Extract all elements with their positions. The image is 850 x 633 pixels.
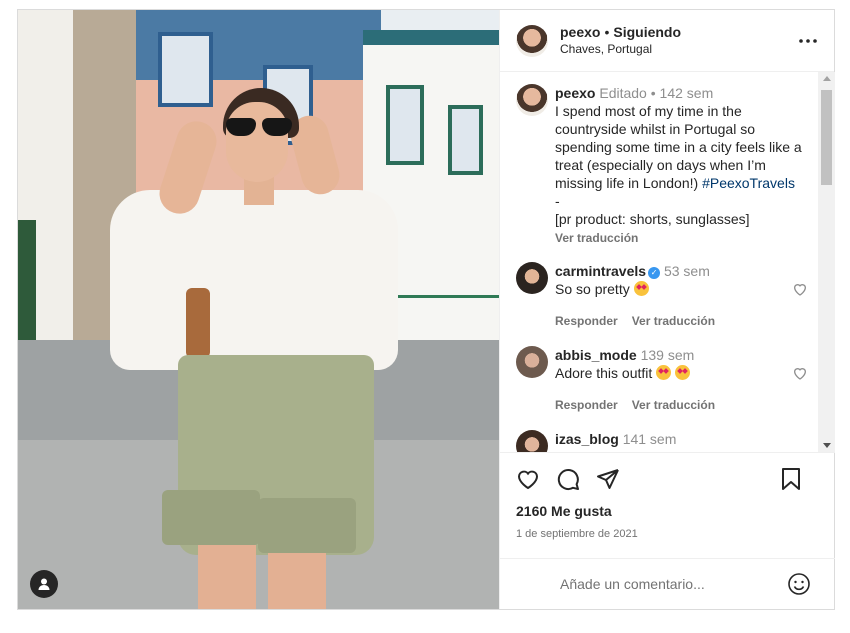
like-button[interactable] [516,467,540,491]
add-comment-bar: Añade un comentario... [500,558,835,609]
author-avatar[interactable] [516,24,548,57]
following-button[interactable]: Siguiendo [613,24,681,40]
tagged-users-button[interactable] [30,570,58,598]
author-username[interactable]: peexo [560,24,600,40]
share-button[interactable] [596,467,620,491]
comment-item: carmintravels ✓ 53 sem So so pretty Respo… [516,262,808,330]
caption-pr-note: [pr product: shorts, sunglasses] [555,211,750,227]
post-date[interactable]: 1 de septiembre de 2021 [516,528,819,540]
scroll-up-arrow-icon[interactable] [823,76,831,81]
photo-shorts-cuff [258,498,356,553]
comment-item: abbis_mode 139 sem Adore this outfit Res… [516,346,808,414]
comment-text: Adore this outfit [555,365,653,381]
photo-bag [186,288,210,358]
caption-dash: - [555,193,560,209]
scrollbar-thumb[interactable] [821,90,832,185]
comments-list[interactable]: peexo Editado • 142 sem I spend most of … [500,72,835,452]
post-caption: peexo Editado • 142 sem I spend most of … [516,84,806,247]
caption-age[interactable]: 142 sem [660,85,714,101]
edited-label: Editado [599,85,647,101]
comment-item: izas_blog 141 sem [516,430,806,452]
comment-text: So so pretty [555,281,630,297]
comment-button[interactable] [556,467,580,491]
bookmark-icon [782,468,800,490]
more-options-button[interactable] [796,32,820,50]
caption-avatar[interactable] [516,84,548,116]
paper-plane-icon [597,469,619,489]
post-photo[interactable] [18,10,499,609]
photo-leg [198,545,256,609]
comment-age[interactable]: 141 sem [623,431,677,447]
like-comment-heart-icon[interactable] [792,365,808,381]
separator-dot: • [604,23,610,40]
like-comment-heart-icon[interactable] [792,281,808,297]
hashtag-link[interactable]: #PeexoTravels [702,175,795,191]
commenter-avatar[interactable] [516,346,548,378]
see-translation-link[interactable]: Ver traducción [632,398,715,412]
commenter-username[interactable]: carmintravels [555,263,646,279]
heart-icon [517,470,539,490]
comment-age[interactable]: 53 sem [664,263,710,279]
photo-window [386,85,424,165]
post-header: peexo • Siguiendo Chaves, Portugal [500,10,834,72]
see-translation-link[interactable]: Ver traducción [555,229,806,247]
commenter-avatar[interactable] [516,262,548,294]
comments-scrollbar[interactable] [818,72,835,452]
heart-eyes-emoji-icon [656,365,672,380]
commenter-username[interactable]: izas_blog [555,431,619,447]
caption-username[interactable]: peexo [555,85,595,101]
post-dialog: peexo • Siguiendo Chaves, Portugal peexo E… [17,9,835,610]
comment-input[interactable]: Añade un comentario... [560,576,705,592]
heart-eyes-emoji-icon [675,365,691,380]
post-actions: 2160 Me gusta 1 de septiembre de 2021 [500,452,835,540]
separator-dot: • [646,85,660,101]
comment-age[interactable]: 139 sem [641,347,695,363]
reply-button[interactable]: Responder [555,398,618,412]
photo-window [158,32,213,107]
commenter-username[interactable]: abbis_mode [555,347,637,363]
photo-window [448,105,483,175]
user-icon [38,578,50,590]
photo-white-shirt [110,190,398,370]
photo-shorts-cuff [162,490,260,545]
post-location[interactable]: Chaves, Portugal [560,41,681,58]
photo-leg [268,550,326,609]
emoji-smiley-icon[interactable] [787,572,811,596]
commenter-avatar[interactable] [516,430,548,452]
post-side-panel: peexo • Siguiendo Chaves, Portugal peexo E… [499,10,835,609]
comment-bubble-icon [557,469,579,491]
see-translation-link[interactable]: Ver traducción [632,314,715,328]
save-button[interactable] [779,467,803,491]
heart-eyes-emoji-icon [633,281,649,296]
more-dots-icon [799,39,817,43]
verified-badge-icon: ✓ [648,267,661,279]
like-count[interactable]: 2160 Me gusta [516,503,819,519]
photo-sunglasses [218,118,296,136]
photo-face [226,102,288,182]
reply-button[interactable]: Responder [555,314,618,328]
scroll-down-arrow-icon[interactable] [823,443,831,448]
